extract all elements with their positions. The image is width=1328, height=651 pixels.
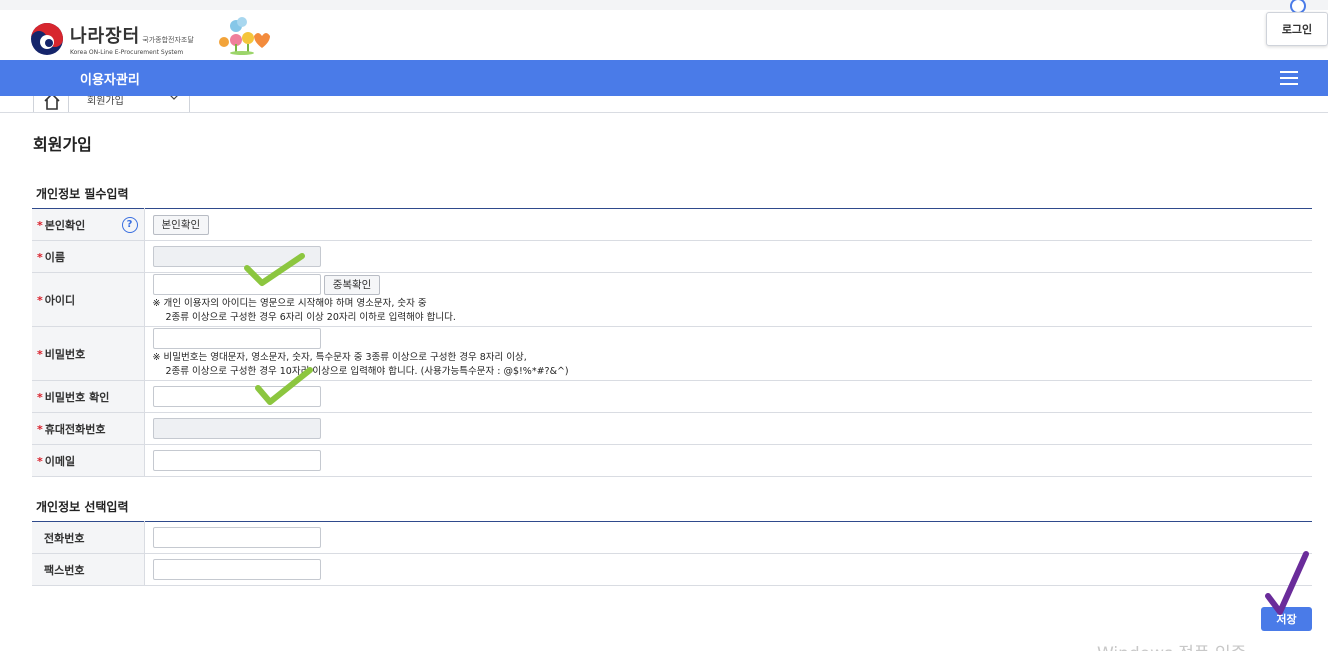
- email-row: * 이메일: [32, 444, 1312, 477]
- site-header: 나라장터 국가종합전자조달 Korea ON-Line E-Procurement…: [0, 0, 1328, 60]
- fax-input[interactable]: [152, 559, 321, 580]
- help-icon[interactable]: ?: [121, 217, 138, 233]
- phone-input[interactable]: [152, 527, 321, 548]
- taegeuk-logo-icon: [31, 23, 63, 55]
- password-confirm-input[interactable]: [152, 386, 321, 407]
- nav-bar: 이용자관리: [0, 60, 1328, 96]
- user-id-note: ※ 개인 이용자의 아이디는 영문으로 시작해야 하며 영소문자, 숫자 중 2…: [152, 298, 456, 323]
- required-section-title: 개인정보 필수입력: [36, 187, 129, 201]
- mobile-input[interactable]: [152, 418, 321, 439]
- top-strip: [0, 0, 1328, 10]
- user-id-row: * 아이디 중복확인 ※ 개인 이용자의 아이디는 영문으로 시작해야 하며 영소…: [32, 272, 1312, 327]
- fax-row: 팩스번호: [32, 553, 1312, 586]
- nav-title[interactable]: 이용자관리: [80, 69, 140, 88]
- optional-section-title: 개인정보 선택입력: [36, 500, 129, 514]
- home-icon: [44, 96, 60, 110]
- email-input[interactable]: [152, 450, 321, 471]
- save-button[interactable]: 저장: [1261, 607, 1312, 631]
- identity-label: * 본인확인?: [32, 208, 145, 241]
- page-title: 회원가입: [33, 135, 92, 154]
- login-box: 로그인: [1266, 12, 1328, 46]
- login-button[interactable]: 로그인: [1267, 13, 1327, 45]
- user-id-label: * 아이디: [32, 272, 145, 327]
- optional-info-table: 전화번호 팩스번호: [32, 521, 1312, 586]
- required-info-table: * 본인확인? 본인확인 * 이름 * 아이디 중복확인 ※ 개인 이용자의 아이디는…: [32, 208, 1312, 477]
- mobile-label: * 휴대전화번호: [32, 412, 145, 445]
- password-note: ※ 비밀번호는 영대문자, 영소문자, 숫자, 특수문자 중 3종류 이상으로 …: [152, 352, 569, 377]
- breadcrumb-select[interactable]: 회원가입: [69, 96, 190, 112]
- home-button[interactable]: [33, 96, 69, 112]
- fax-label: 팩스번호: [32, 553, 145, 586]
- flower-decoration-icon: [219, 17, 270, 55]
- phone-label: 전화번호: [32, 521, 145, 554]
- password-input[interactable]: [152, 328, 321, 349]
- phone-row: 전화번호: [32, 521, 1312, 554]
- logo-subtitle: Korea ON-Line E-Procurement System: [70, 49, 184, 56]
- name-label: * 이름: [32, 240, 145, 273]
- password-label: * 비밀번호: [32, 326, 145, 381]
- name-row: * 이름: [32, 240, 1312, 273]
- breadcrumb: 회원가입: [0, 96, 1328, 113]
- windows-activation-watermark: Windows 정품 인증: [1097, 639, 1246, 651]
- logo-title: 나라장터 국가종합전자조달: [70, 26, 194, 47]
- mobile-row: * 휴대전화번호: [32, 412, 1312, 445]
- breadcrumb-current: 회원가입: [87, 96, 124, 107]
- menu-icon[interactable]: [1280, 71, 1298, 85]
- chevron-down-icon: [170, 96, 178, 100]
- name-input[interactable]: [152, 246, 321, 267]
- identity-row: * 본인확인? 본인확인: [32, 208, 1312, 241]
- identity-verify-button[interactable]: 본인확인: [152, 214, 210, 235]
- email-label: * 이메일: [32, 444, 145, 477]
- site-logo[interactable]: 나라장터 국가종합전자조달 Korea ON-Line E-Procurement…: [30, 22, 194, 56]
- password-row: * 비밀번호 ※ 비밀번호는 영대문자, 영소문자, 숫자, 특수문자 중 3종류…: [32, 326, 1312, 381]
- logo-text: 나라장터 국가종합전자조달 Korea ON-Line E-Procurement…: [70, 22, 194, 56]
- password-confirm-row: * 비밀번호 확인: [32, 380, 1312, 413]
- password-confirm-label: * 비밀번호 확인: [32, 380, 145, 413]
- user-id-input[interactable]: [152, 274, 321, 295]
- duplicate-check-button[interactable]: 중복확인: [323, 274, 381, 295]
